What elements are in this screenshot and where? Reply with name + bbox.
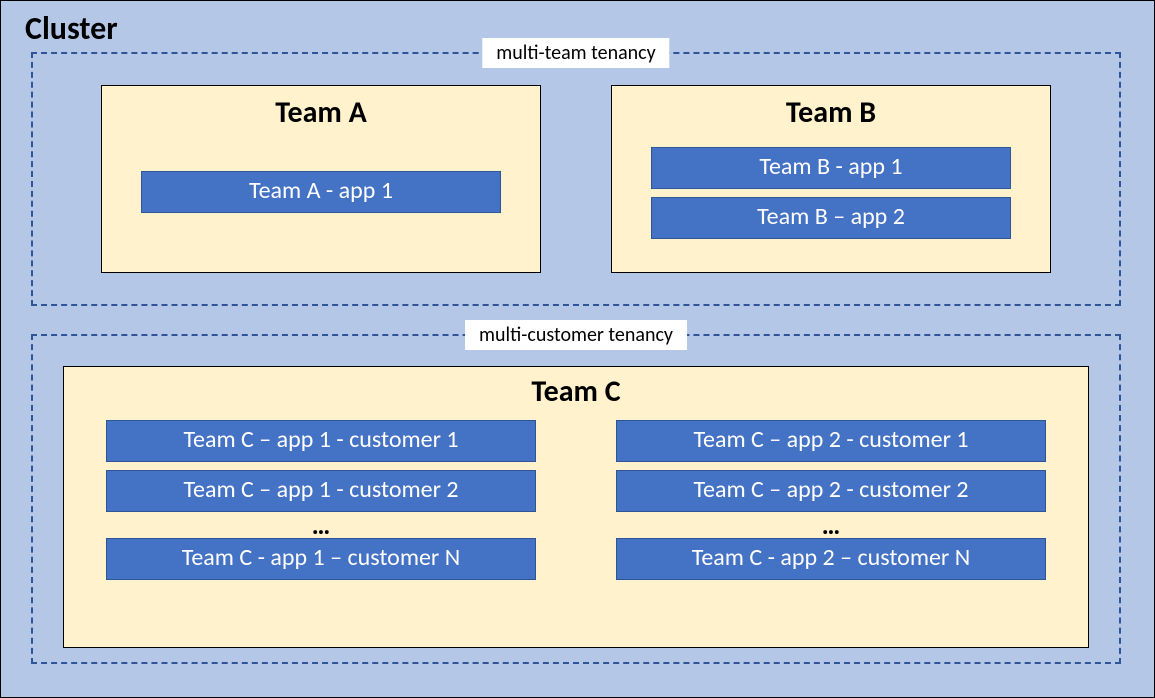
team-c-box: Team C Team C – app 1 - customer 1 Team …: [63, 366, 1089, 648]
team-b-app-2: Team B – app 2: [651, 197, 1011, 239]
team-a-title: Team A: [275, 94, 367, 131]
team-a-apps: Team A - app 1: [141, 171, 501, 213]
team-a-app-1: Team A - app 1: [141, 171, 501, 213]
team-c-col2-ellipsis: …: [822, 516, 841, 534]
team-c-col-2: Team C – app 2 - customer 1 Team C – app…: [606, 420, 1056, 588]
team-c-app2-customer2: Team C – app 2 - customer 2: [616, 470, 1046, 512]
team-c-app1-customer1: Team C – app 1 - customer 1: [106, 420, 536, 462]
multi-customer-tenancy-label: multi-customer tenancy: [465, 320, 687, 350]
team-b-apps: Team B - app 1 Team B – app 2: [651, 147, 1011, 239]
team-b-title: Team B: [786, 94, 876, 131]
multi-team-tenancy-label: multi-team tenancy: [482, 38, 669, 68]
team-c-app1-customer2: Team C – app 1 - customer 2: [106, 470, 536, 512]
team-c-col-1: Team C – app 1 - customer 1 Team C – app…: [96, 420, 546, 588]
team-c-title: Team C: [531, 373, 620, 410]
team-c-app1-customerN: Team C - app 1 – customer N: [106, 538, 536, 580]
team-b-box: Team B Team B - app 1 Team B – app 2: [611, 85, 1051, 273]
team-c-col1-ellipsis: …: [312, 516, 331, 534]
multi-customer-tenancy-box: multi-customer tenancy Team C Team C – a…: [31, 334, 1121, 664]
team-b-app-1: Team B - app 1: [651, 147, 1011, 189]
team-c-app2-customerN: Team C - app 2 – customer N: [616, 538, 1046, 580]
team-c-columns: Team C – app 1 - customer 1 Team C – app…: [94, 420, 1058, 588]
team-a-box: Team A Team A - app 1: [101, 85, 541, 273]
multi-team-tenancy-box: multi-team tenancy Team A Team A - app 1…: [31, 52, 1121, 306]
cluster-container: Cluster multi-team tenancy Team A Team A…: [0, 0, 1155, 698]
team-c-app2-customer1: Team C – app 2 - customer 1: [616, 420, 1046, 462]
